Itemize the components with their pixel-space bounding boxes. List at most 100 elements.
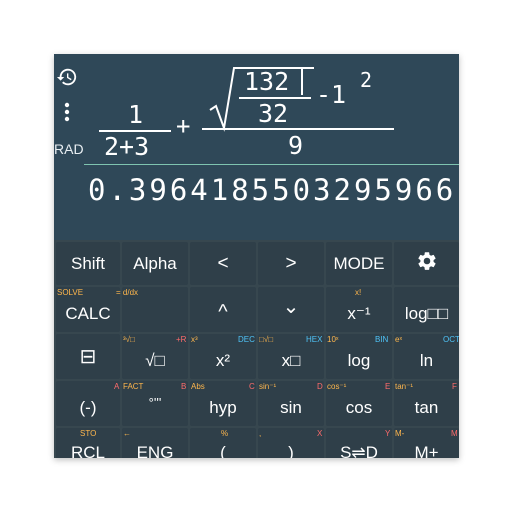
log-key[interactable]: 10ˣ BIN log xyxy=(326,334,392,379)
sin-label: sin xyxy=(280,398,302,417)
radical-sign xyxy=(204,62,244,132)
fact-shift-label: FACT xyxy=(123,382,144,391)
root-shift-label: □√□ xyxy=(259,335,274,344)
cursor-down-key[interactable]: ⌄ xyxy=(258,287,324,332)
eng-key[interactable]: ← ENG xyxy=(122,428,188,458)
cos-label: cos xyxy=(345,398,373,417)
sqrt-key[interactable]: ³√□ +R √□ xyxy=(122,334,188,379)
left-paren-label: ( xyxy=(220,443,226,458)
tan-label: tan xyxy=(414,398,439,417)
sqrt-alpha-label: +R xyxy=(176,335,187,344)
big-denominator: 9 xyxy=(288,131,304,160)
right-paren-key[interactable]: , X ) xyxy=(258,428,324,458)
integral-key[interactable]: = d/dx xyxy=(116,287,188,332)
inverse-label: x⁻¹ xyxy=(347,304,371,323)
rcl-label: RCL xyxy=(70,443,105,458)
log-base-key[interactable]: log□□ xyxy=(394,287,459,332)
power-key[interactable]: □√□ HEX x□ xyxy=(258,334,324,379)
settings-key[interactable] xyxy=(394,242,459,285)
big-frac-bar xyxy=(202,128,394,130)
sqrt-label: √□ xyxy=(145,351,165,370)
mode-key[interactable]: MODE xyxy=(326,242,392,285)
eng-label: ENG xyxy=(136,443,174,458)
shift-label: Shift xyxy=(70,253,106,273)
factorial-shift-label: x! xyxy=(355,288,362,297)
right-paren-label: ) xyxy=(288,443,294,458)
shift-key[interactable]: Shift xyxy=(56,242,120,285)
display-area: RAD 1 2+3 + 132 32 -1 2 9 0.396418550329… xyxy=(54,54,459,240)
history-icon[interactable] xyxy=(56,66,78,88)
power-label: x□ xyxy=(281,351,301,370)
angle-mode-indicator: RAD xyxy=(54,141,84,157)
minus-one: -1 xyxy=(316,80,347,109)
cursor-right-label: > xyxy=(285,252,297,274)
cbrt-shift-label: ³√□ xyxy=(123,335,135,344)
cos-key[interactable]: cos⁻¹ E cos xyxy=(326,381,392,426)
percent-shift-label: % xyxy=(221,429,229,438)
square-key[interactable]: x³ DEC x² xyxy=(190,334,256,379)
calc-key[interactable]: SOLVE CALC xyxy=(56,287,120,332)
var-f-label: F xyxy=(452,382,457,391)
sin-key[interactable]: sin⁻¹ D sin xyxy=(258,381,324,426)
calculator-window: RAD 1 2+3 + 132 32 -1 2 9 0.396418550329… xyxy=(54,54,459,458)
inverse-key[interactable]: x! x⁻¹ xyxy=(326,287,392,332)
cursor-up-label: ^ xyxy=(218,301,228,323)
var-x-label: X xyxy=(317,429,323,438)
var-b-label: B xyxy=(181,382,187,391)
m-plus-label: M+ xyxy=(414,443,439,458)
gear-icon xyxy=(416,250,438,277)
left-paren-key[interactable]: % ( xyxy=(190,428,256,458)
cursor-right-key[interactable]: > xyxy=(258,242,324,285)
cursor-up-key[interactable]: ^ xyxy=(190,287,256,332)
exp-shift-label: eˣ xyxy=(395,335,403,344)
plus-sign: + xyxy=(176,112,191,140)
more-options-icon[interactable] xyxy=(63,102,71,122)
degree-key[interactable]: FACT B °''' xyxy=(122,381,188,426)
var-a-label: A xyxy=(114,382,120,391)
acos-shift-label: cos⁻¹ xyxy=(327,382,347,391)
atan-shift-label: tan⁻¹ xyxy=(395,382,414,391)
input-underline xyxy=(84,164,459,165)
calc-shift-label: SOLVE xyxy=(57,288,84,297)
hyp-key[interactable]: Abs C hyp xyxy=(190,381,256,426)
fraction-key[interactable]: ⊟ xyxy=(56,334,120,379)
negative-key[interactable]: A (-) xyxy=(56,381,120,426)
ten-power-shift-label: 10ˣ xyxy=(327,335,339,344)
frac1-denominator: 2+3 xyxy=(104,132,150,161)
calc-label: CALC xyxy=(65,304,111,323)
var-d-label: D xyxy=(317,382,323,391)
hex-label: HEX xyxy=(306,335,323,344)
result-value: 0.3964185503295966 xyxy=(88,173,457,207)
cursor-left-label: < xyxy=(217,252,229,274)
cursor-left-key[interactable]: < xyxy=(190,242,256,285)
ln-label: ln xyxy=(419,351,434,370)
ln-key[interactable]: eˣ OCT ln xyxy=(394,334,459,379)
keypad: Shift Alpha < > MODE SOLVE CALC = d/dx ^… xyxy=(54,240,459,458)
alpha-key[interactable]: Alpha xyxy=(122,242,188,285)
var-m-label: M xyxy=(451,429,458,438)
negative-label: (-) xyxy=(79,398,97,417)
sd-label: S⇌D xyxy=(340,443,378,458)
oct-label: OCT xyxy=(443,335,459,344)
abs-shift-label: Abs xyxy=(191,382,205,391)
rcl-key[interactable]: STO RCL xyxy=(56,428,120,458)
asin-shift-label: sin⁻¹ xyxy=(259,382,277,391)
log-label: log xyxy=(347,351,371,370)
bin-label: BIN xyxy=(375,335,389,344)
exponent: 2 xyxy=(360,68,373,92)
sd-key[interactable]: Y S⇌D xyxy=(326,428,392,458)
square-label: x² xyxy=(215,351,231,370)
log-base-label: log□□ xyxy=(404,304,449,323)
m-minus-shift-label: M- xyxy=(395,429,405,438)
var-c-label: C xyxy=(249,382,255,391)
eng-shift-label: ← xyxy=(123,429,131,438)
m-plus-key[interactable]: M- M M+ xyxy=(394,428,459,458)
text-cursor xyxy=(301,69,303,95)
calc-alpha-label: = d/dx xyxy=(116,288,139,297)
tan-key[interactable]: tan⁻¹ F tan xyxy=(394,381,459,426)
mode-label: MODE xyxy=(333,253,385,273)
frac1-numerator: 1 xyxy=(128,100,144,129)
fraction-icon: ⊟ xyxy=(79,346,97,368)
alpha-label: Alpha xyxy=(133,253,177,273)
hyp-label: hyp xyxy=(209,398,237,417)
